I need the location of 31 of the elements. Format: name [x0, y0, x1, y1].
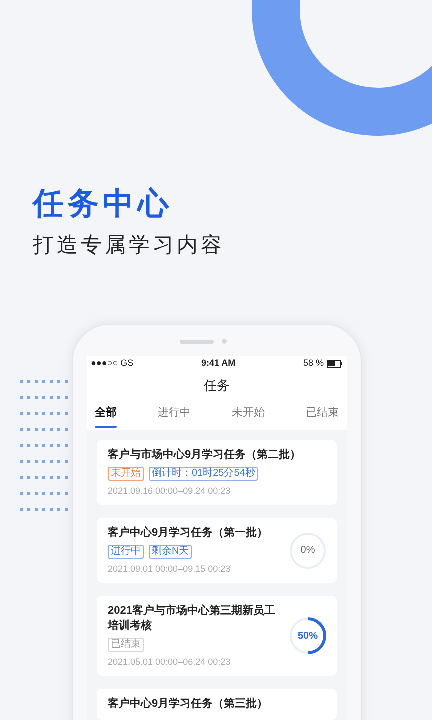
task-period: 2021.05.01 00:00–06.24 00:23	[108, 656, 232, 668]
task-title: 2021客户与市场中心第三期新员工培训考核	[108, 604, 276, 634]
tab[interactable]: 进行中	[158, 399, 191, 430]
task-period: 2021.09.16 00:00–09.24 00:23	[108, 485, 232, 497]
battery-percent: 58 %	[303, 357, 324, 370]
progress-percent: 50%	[298, 630, 318, 644]
battery-icon	[326, 360, 343, 368]
status-tag: 剩余N天	[149, 545, 192, 559]
carrier-signal: ●●●○○ GS	[91, 357, 134, 370]
status-tag: 进行中	[108, 545, 144, 559]
tab[interactable]: 全部	[95, 399, 117, 430]
promo-title: 任务中心	[33, 186, 174, 222]
task-title: 客户中心9月学习任务（第三批）	[108, 697, 270, 712]
status-tag: 倒计时：01时25分54秒	[149, 467, 258, 481]
task-card[interactable]: 客户中心9月学习任务（第一批） 进行中 剩余N天 2021.09.01 00:00–09.15 00:23 0%	[97, 518, 337, 583]
status-tag: 未开始	[108, 467, 144, 481]
tab[interactable]: 已结束	[306, 399, 339, 430]
promo-subtitle: 打造专属学习内容	[33, 233, 226, 259]
progress-ring	[287, 615, 329, 657]
status-time: 9:41 AM	[201, 357, 236, 370]
task-card[interactable]: 客户中心9月学习任务（第三批）	[97, 689, 337, 720]
tab[interactable]: 未开始	[232, 399, 265, 430]
task-card[interactable]: 2021客户与市场中心第三期新员工培训考核 已结束 2021.05.01 00:00–06.24 00:23 50%	[97, 596, 337, 676]
task-title: 客户与市场中心9月学习任务（第二批）	[108, 448, 302, 463]
task-card[interactable]: 客户与市场中心9月学习任务（第二批） 未开始 倒计时：01时25分54秒 2021.09.16 00:00–09.24 00:23	[97, 440, 337, 505]
task-title: 客户中心9月学习任务（第一批）	[108, 526, 270, 541]
status-tag: 已结束	[108, 638, 144, 652]
speaker-slot	[180, 340, 214, 344]
nav-title: 任务	[203, 377, 231, 395]
progress-percent: 0%	[300, 544, 316, 558]
task-period: 2021.09.01 00:00–09.15 00:23	[108, 563, 232, 575]
